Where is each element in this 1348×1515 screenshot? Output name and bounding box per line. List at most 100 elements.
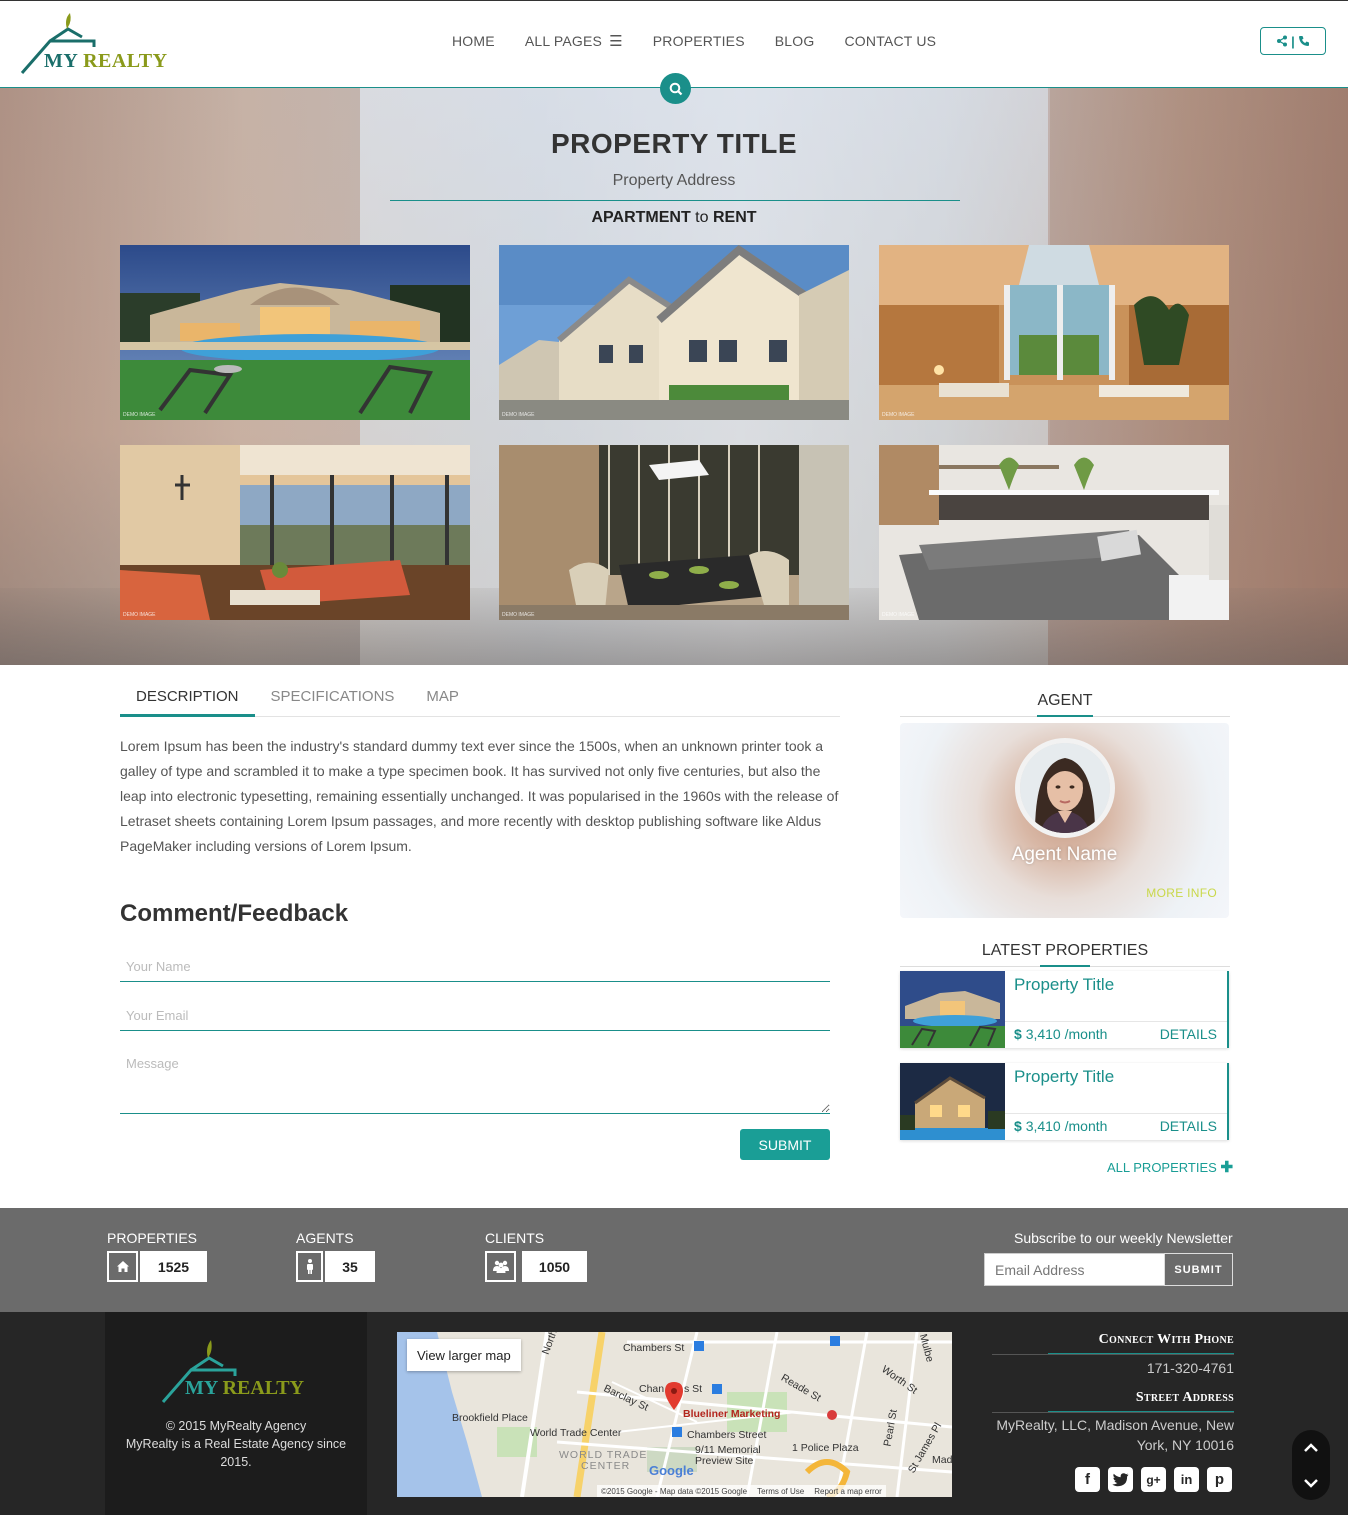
share-icon — [1277, 35, 1288, 47]
stat-properties-label: PROPERTIES — [107, 1230, 197, 1246]
stat-clients-value: 1050 — [522, 1251, 587, 1282]
footer-logo[interactable]: MY REALTY — [161, 1338, 311, 1408]
agent-name: Agent Name — [1011, 844, 1118, 865]
latest-property-price: $ 3,410 /month — [1014, 1026, 1108, 1042]
property-title: PROPERTY TITLE — [550, 128, 798, 159]
nav-contact-label: CONTACT US — [844, 33, 937, 49]
view-larger-map-button[interactable]: View larger map — [407, 1339, 521, 1371]
card-divider — [1005, 1021, 1227, 1022]
main-nav: HOME ALL PAGES ☰ PROPERTIES BLOG CONTACT … — [452, 32, 966, 50]
nav-home[interactable]: HOME — [452, 32, 495, 50]
map-label: Preview Site — [695, 1455, 754, 1467]
map-area-label: CENTER — [581, 1460, 631, 1472]
address-rule — [992, 1412, 1234, 1413]
gallery-image-4[interactable]: DEMO IMAGE — [120, 445, 470, 620]
site-logo[interactable]: MY REALTY — [20, 11, 170, 79]
address-rule-accent — [1048, 1411, 1234, 1412]
scroll-controls — [1292, 1430, 1330, 1500]
map-label: Chan — [639, 1383, 665, 1395]
phone-rule — [992, 1354, 1234, 1355]
latest-property-thumbnail — [900, 1063, 1005, 1140]
gallery-image-2[interactable]: DEMO IMAGE — [499, 245, 849, 420]
stat-agents-value: 35 — [325, 1251, 375, 1282]
hamburger-icon: ☰ — [609, 33, 623, 50]
map-label: Mad — [932, 1454, 952, 1466]
google-logo: Google — [649, 1463, 694, 1478]
footer-map[interactable]: View larger map Chambers St Chan s St Ba… — [397, 1332, 952, 1497]
divider: | — [1291, 33, 1295, 49]
message-textarea[interactable] — [120, 1050, 830, 1114]
latest-property-title[interactable]: Property Title — [1014, 1067, 1114, 1087]
nav-properties[interactable]: PROPERTIES — [653, 32, 745, 50]
latest-property-card[interactable]: Property Title $ 3,410 /month DETAILS — [900, 1063, 1229, 1140]
home-icon — [107, 1251, 138, 1282]
social-links: f g+ in p — [1075, 1467, 1232, 1492]
linkedin-icon[interactable]: in — [1174, 1467, 1199, 1492]
users-icon — [485, 1251, 516, 1282]
gallery-image-3[interactable]: DEMO IMAGE — [879, 245, 1229, 420]
site-footer: MY REALTY © 2015 MyRealty Agency MyRealt… — [0, 1312, 1348, 1515]
chevron-up-icon — [1304, 1442, 1318, 1452]
facebook-icon[interactable]: f — [1075, 1467, 1100, 1492]
plus-icon: ✚ — [1220, 1159, 1234, 1176]
map-label: World Trade Center — [530, 1427, 622, 1439]
agent-card[interactable]: Agent Name MORE INFO — [900, 723, 1229, 918]
address-line-2: York, NY 10016 — [1136, 1437, 1234, 1453]
map-attribution: ©2015 Google - Map data ©2015 Google Ter… — [597, 1485, 886, 1497]
submit-comment-button[interactable]: SUBMIT — [740, 1129, 830, 1160]
chevron-down-icon — [1304, 1478, 1318, 1488]
latest-property-thumbnail — [900, 971, 1005, 1048]
map-label: Chambers St — [623, 1342, 685, 1354]
nav-all-pages-label: ALL PAGES — [524, 33, 603, 49]
tab-description[interactable]: DESCRIPTION — [120, 680, 255, 717]
name-input[interactable] — [120, 952, 830, 982]
email-input[interactable] — [120, 1001, 830, 1031]
phone-heading: Connect With Phone — [1098, 1332, 1234, 1347]
gallery-image-5[interactable]: DEMO IMAGE — [499, 445, 849, 620]
google-plus-icon[interactable]: g+ — [1141, 1467, 1166, 1492]
demo-label: DEMO IMAGE — [882, 412, 915, 418]
latest-property-card[interactable]: Property Title $ 3,410 /month DETAILS — [900, 971, 1229, 1048]
comment-title: Comment/Feedback — [120, 900, 349, 927]
twitter-icon[interactable] — [1108, 1467, 1133, 1492]
map-terms-link[interactable]: Terms of Use — [757, 1487, 804, 1496]
newsletter-submit-button[interactable]: SUBMIT — [1164, 1253, 1233, 1286]
share-phone-button[interactable]: | — [1260, 27, 1326, 55]
nav-contact-us[interactable]: CONTACT US — [844, 32, 936, 50]
pinterest-icon[interactable]: p — [1207, 1467, 1232, 1492]
person-icon — [296, 1251, 323, 1282]
search-button[interactable] — [660, 73, 691, 104]
map-report-link[interactable]: Report a map error — [814, 1487, 882, 1496]
phone-number[interactable]: 171-320-4761 — [1147, 1358, 1234, 1378]
demo-label: DEMO IMAGE — [123, 412, 156, 418]
scroll-up-button[interactable] — [1292, 1430, 1330, 1465]
gallery-image-6[interactable]: DEMO IMAGE — [879, 445, 1229, 620]
address-line-1: MyRealty, LLC, Madison Avenue, New — [996, 1417, 1234, 1433]
all-properties-link[interactable]: ALL PROPERTIES ✚ — [1107, 1158, 1233, 1176]
street-address: MyRealty, LLC, Madison Avenue, New York,… — [996, 1415, 1234, 1455]
newsletter-label: Subscribe to our weekly Newsletter — [1014, 1230, 1233, 1246]
newsletter-email-input[interactable] — [984, 1253, 1165, 1286]
nav-all-pages[interactable]: ALL PAGES ☰ — [525, 32, 623, 50]
nav-blog-label: BLOG — [774, 33, 815, 49]
property-description: Lorem Ipsum has been the industry's stan… — [120, 738, 839, 854]
latest-property-details-link[interactable]: DETAILS — [1160, 1026, 1217, 1042]
stat-agents-label: AGENTS — [296, 1230, 354, 1246]
demo-label: DEMO IMAGE — [882, 612, 915, 618]
agent-heading: AGENT — [1037, 692, 1093, 709]
latest-property-details-link[interactable]: DETAILS — [1160, 1118, 1217, 1134]
tab-map[interactable]: MAP — [410, 680, 475, 717]
latest-property-price: $ 3,410 /month — [1014, 1118, 1108, 1134]
stat-properties-value: 1525 — [140, 1251, 207, 1282]
phone-rule-accent — [1048, 1353, 1234, 1354]
title-divider — [390, 200, 960, 201]
tab-specifications[interactable]: SPECIFICATIONS — [255, 680, 411, 717]
agent-more-info-link[interactable]: MORE INFO — [1146, 886, 1217, 900]
map-label-business[interactable]: Blueliner Marketing — [683, 1408, 780, 1420]
copyright-text: © 2015 MyRealty Agency — [165, 1419, 307, 1433]
latest-property-title[interactable]: Property Title — [1014, 975, 1114, 995]
stats-bar: PROPERTIES 1525 AGENTS 35 CLIENTS 1050 S… — [0, 1208, 1348, 1312]
gallery-image-1[interactable]: DEMO IMAGE — [120, 245, 470, 420]
nav-blog[interactable]: BLOG — [775, 32, 815, 50]
scroll-down-button[interactable] — [1292, 1465, 1330, 1500]
